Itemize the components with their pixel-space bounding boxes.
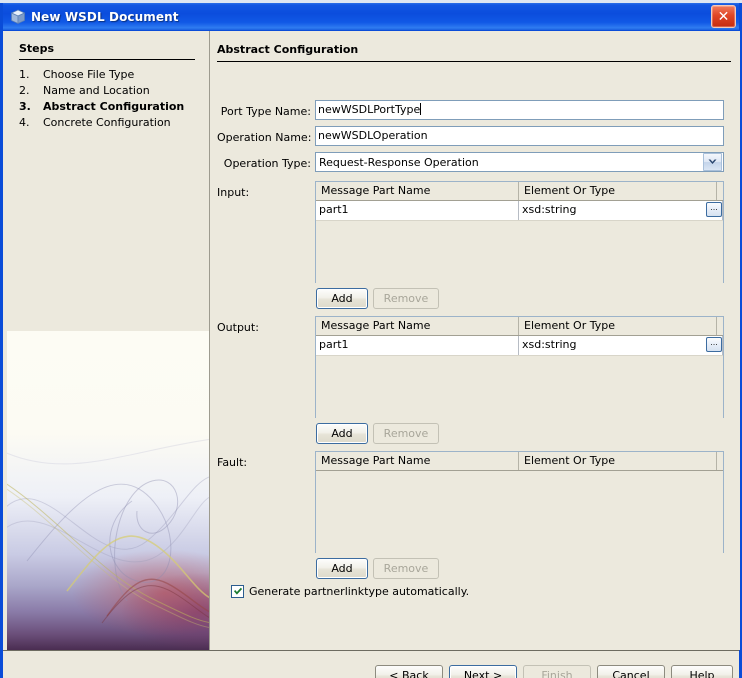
input-parts-table[interactable]: Message Part Name Element Or Type part1 … (315, 181, 724, 284)
port-type-name-label: Port Type Name: (220, 105, 311, 118)
table-header-row: Message Part Name Element Or Type (316, 317, 723, 336)
output-add-button[interactable]: Add (316, 423, 368, 444)
checkbox-checked-icon[interactable] (231, 585, 244, 598)
table-row[interactable]: part1 xsd:string ... (316, 201, 723, 221)
abstract-configuration-panel: Abstract Configuration Port Type Name: n… (209, 31, 740, 650)
input-add-button[interactable]: Add (316, 288, 368, 309)
cell-message-part-name[interactable]: part1 (316, 336, 519, 355)
section-divider (217, 61, 731, 62)
step-item-2: 2. Name and Location (19, 83, 205, 99)
footer-button-bar: < Back Next > Finish Cancel Help (3, 651, 739, 678)
column-header-spacer (717, 452, 723, 470)
next-button[interactable]: Next > (449, 665, 517, 678)
table-empty-area (316, 221, 723, 284)
port-type-name-input[interactable]: newWSDLPortType (315, 100, 724, 120)
step-number: 4. (19, 116, 30, 129)
steps-heading: Steps (19, 42, 55, 55)
dialog-window: New WSDL Document ✕ Steps 1. Choose File… (0, 3, 742, 678)
cube-icon (10, 9, 26, 24)
operation-type-value: Request-Response Operation (319, 155, 479, 169)
column-header-element-or-type[interactable]: Element Or Type (519, 452, 717, 470)
input-remove-button: Remove (373, 288, 439, 309)
text-caret (420, 103, 422, 115)
table-header-row: Message Part Name Element Or Type (316, 182, 723, 201)
close-icon[interactable]: ✕ (711, 5, 736, 28)
output-remove-button: Remove (373, 423, 439, 444)
browse-type-button[interactable]: ... (706, 337, 722, 352)
table-empty-area (316, 356, 723, 419)
cancel-button[interactable]: Cancel (597, 665, 665, 678)
wizard-decorative-artwork (7, 331, 209, 650)
browse-type-button[interactable]: ... (706, 202, 722, 217)
title-bar: New WSDL Document ✕ (3, 3, 739, 31)
fault-section-label: Fault: (217, 456, 248, 469)
fault-remove-button: Remove (373, 558, 439, 579)
operation-name-input[interactable]: newWSDLOperation (315, 126, 724, 146)
port-type-name-value: newWSDLPortType (318, 103, 421, 116)
step-label: Abstract Configuration (43, 100, 185, 113)
steps-divider (19, 59, 195, 60)
output-parts-table[interactable]: Message Part Name Element Or Type part1 … (315, 316, 724, 419)
column-header-message-part-name[interactable]: Message Part Name (316, 452, 519, 470)
chevron-down-icon[interactable] (703, 153, 722, 171)
step-number: 1. (19, 68, 30, 81)
output-section-label: Output: (217, 321, 259, 334)
dialog-body: Steps 1. Choose File Type 2. Name and Lo… (3, 31, 740, 678)
generate-partnerlinktype-label: Generate partnerlinktype automatically. (249, 585, 470, 598)
cell-element-or-type[interactable]: xsd:string (519, 201, 723, 220)
column-header-spacer (717, 317, 723, 335)
column-header-message-part-name[interactable]: Message Part Name (316, 182, 519, 200)
fault-add-button[interactable]: Add (316, 558, 368, 579)
step-label: Name and Location (43, 84, 150, 97)
help-button[interactable]: Help (671, 665, 733, 678)
table-row[interactable]: part1 xsd:string ... (316, 336, 723, 356)
step-number: 3. (19, 100, 31, 113)
steps-panel: Steps 1. Choose File Type 2. Name and Lo… (3, 31, 209, 650)
column-header-element-or-type[interactable]: Element Or Type (519, 317, 717, 335)
step-number: 2. (19, 84, 30, 97)
screen: New WSDL Document ✕ Steps 1. Choose File… (0, 0, 742, 678)
window-title: New WSDL Document (31, 9, 179, 24)
column-header-spacer (717, 182, 723, 200)
column-header-element-or-type[interactable]: Element Or Type (519, 182, 717, 200)
fault-parts-table[interactable]: Message Part Name Element Or Type (315, 451, 724, 553)
steps-list: 1. Choose File Type 2. Name and Location… (19, 67, 205, 131)
table-empty-area (316, 471, 723, 553)
finish-button: Finish (523, 665, 591, 678)
step-item-4: 4. Concrete Configuration (19, 115, 205, 131)
cell-message-part-name[interactable]: part1 (316, 201, 519, 220)
cell-element-or-type[interactable]: xsd:string (519, 336, 723, 355)
step-label: Choose File Type (43, 68, 135, 81)
step-label: Concrete Configuration (43, 116, 171, 129)
page-title: Abstract Configuration (217, 43, 359, 56)
operation-name-value: newWSDLOperation (318, 129, 428, 142)
generate-partnerlinktype-checkbox-row[interactable]: Generate partnerlinktype automatically. (231, 585, 469, 598)
operation-name-label: Operation Name: (217, 131, 312, 144)
step-item-1: 1. Choose File Type (19, 67, 205, 83)
back-button[interactable]: < Back (375, 665, 443, 678)
step-item-3: 3. Abstract Configuration (19, 99, 205, 115)
table-header-row: Message Part Name Element Or Type (316, 452, 723, 471)
input-section-label: Input: (217, 186, 250, 199)
operation-type-label: Operation Type: (223, 157, 311, 170)
operation-type-select[interactable]: Request-Response Operation (315, 152, 724, 172)
column-header-message-part-name[interactable]: Message Part Name (316, 317, 519, 335)
